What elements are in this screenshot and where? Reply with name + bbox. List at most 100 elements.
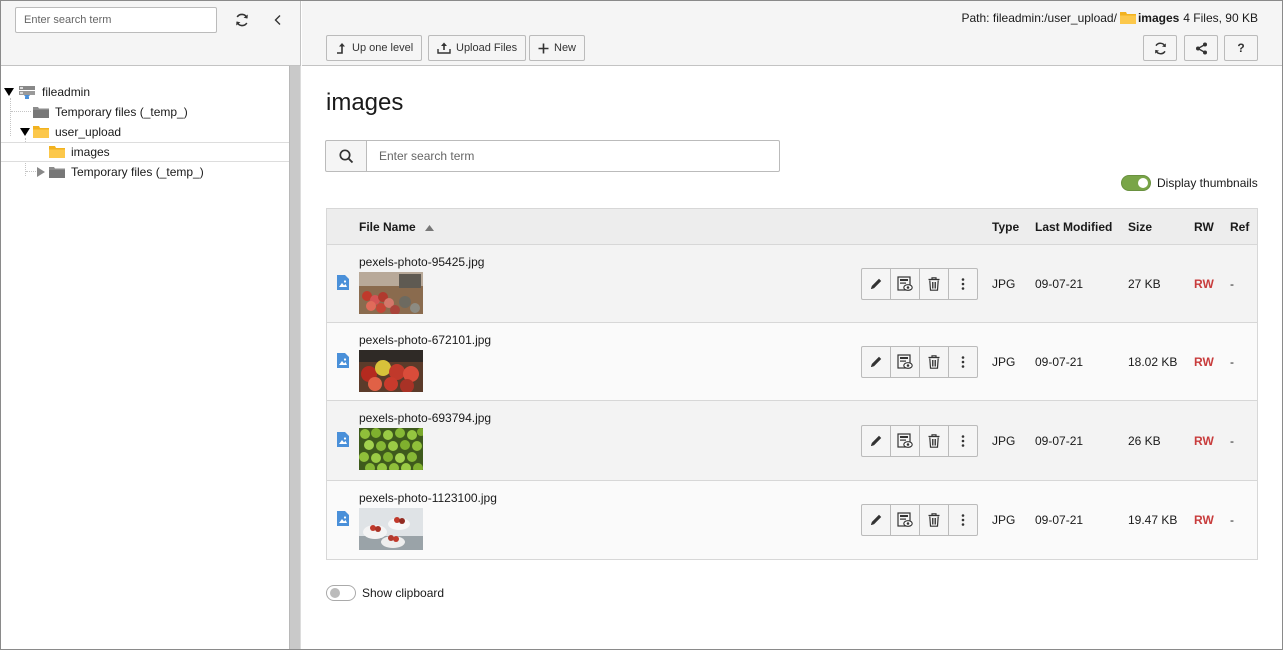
row-actions xyxy=(861,425,978,457)
file-modified: 09-07-21 xyxy=(1035,513,1084,527)
more-options-button[interactable] xyxy=(949,347,977,377)
file-permissions: RW xyxy=(1194,513,1214,527)
image-file-icon xyxy=(337,353,349,368)
file-references: - xyxy=(1230,434,1234,448)
file-size: 18.02 KB xyxy=(1128,355,1178,369)
up-one-level-label: Up one level xyxy=(352,42,414,54)
page-title: images xyxy=(326,89,404,116)
tree-item-images[interactable]: images xyxy=(1,142,289,162)
tree-item-fileadmin[interactable]: fileadmin xyxy=(1,82,289,102)
column-last-modified[interactable]: Last Modified xyxy=(1035,220,1112,234)
clipboard-label: Show clipboard xyxy=(362,586,445,600)
more-options-button[interactable] xyxy=(949,269,977,299)
edit-button[interactable] xyxy=(862,347,891,377)
file-modified: 09-07-21 xyxy=(1035,434,1084,448)
file-name[interactable]: pexels-photo-672101.jpg xyxy=(359,333,491,347)
file-name[interactable]: pexels-photo-1123100.jpg xyxy=(359,491,497,505)
table-row[interactable]: pexels-photo-1123100.jpg JPG 09-07-21 19… xyxy=(327,481,1257,559)
column-type[interactable]: Type xyxy=(992,220,1019,234)
tree-search-input[interactable] xyxy=(15,7,217,33)
edit-button[interactable] xyxy=(862,505,891,535)
share-button[interactable] xyxy=(1184,35,1218,61)
upload-files-button[interactable]: Upload Files xyxy=(428,35,527,61)
new-button[interactable]: New xyxy=(529,35,586,61)
edit-button[interactable] xyxy=(862,269,891,299)
path-folder: images xyxy=(1137,11,1180,25)
image-thumbnail[interactable] xyxy=(359,272,423,314)
tree-item-label: fileadmin xyxy=(42,85,91,99)
image-file-icon xyxy=(337,511,349,526)
file-name[interactable]: pexels-photo-95425.jpg xyxy=(359,255,484,269)
file-type: JPG xyxy=(992,513,1016,527)
table-row[interactable]: pexels-photo-95425.jpg JPG 09-07-21 27 K… xyxy=(327,245,1257,323)
pencil-icon xyxy=(869,277,883,291)
help-button[interactable]: ? xyxy=(1224,35,1258,61)
folder-gray-icon xyxy=(33,106,49,118)
file-permissions: RW xyxy=(1194,277,1214,291)
ellipsis-vertical-icon xyxy=(961,514,965,526)
ellipsis-vertical-icon xyxy=(961,356,965,368)
collapsed-triangle-icon[interactable] xyxy=(36,167,46,177)
tree-refresh-icon[interactable] xyxy=(231,9,253,31)
expanded-triangle-icon[interactable] xyxy=(20,127,30,137)
edit-button[interactable] xyxy=(862,426,891,456)
image-thumbnail[interactable] xyxy=(359,508,423,550)
delete-button[interactable] xyxy=(920,347,949,377)
folder-tree: fileadmin Temporary files (_temp_) user_… xyxy=(1,66,289,649)
search-input[interactable] xyxy=(367,140,780,172)
tree-item-label: Temporary files (_temp_) xyxy=(55,105,188,119)
file-permissions: RW xyxy=(1194,355,1214,369)
up-one-level-button[interactable]: Up one level xyxy=(326,35,423,61)
search-button[interactable] xyxy=(325,140,367,172)
level-up-icon xyxy=(335,42,347,54)
tree-item-temp-sub[interactable]: Temporary files (_temp_) xyxy=(1,162,289,182)
file-name[interactable]: pexels-photo-693794.jpg xyxy=(359,411,491,425)
folder-icon xyxy=(49,146,65,158)
tree-item-user-upload[interactable]: user_upload xyxy=(1,122,289,142)
delete-button[interactable] xyxy=(920,505,949,535)
clipboard-toggle[interactable] xyxy=(326,585,356,601)
trash-icon xyxy=(928,277,940,291)
upload-icon xyxy=(437,42,451,54)
view-metadata-button[interactable] xyxy=(891,426,920,456)
table-row[interactable]: pexels-photo-693794.jpg JPG 09-07-21 26 … xyxy=(327,401,1257,481)
view-metadata-button[interactable] xyxy=(891,347,920,377)
table-row[interactable]: pexels-photo-672101.jpg JPG 09-07-21 18.… xyxy=(327,323,1257,401)
more-options-button[interactable] xyxy=(949,505,977,535)
ellipsis-vertical-icon xyxy=(961,435,965,447)
view-metadata-button[interactable] xyxy=(891,269,920,299)
expanded-triangle-icon[interactable] xyxy=(4,87,14,97)
tree-item-label: images xyxy=(71,145,110,159)
delete-button[interactable] xyxy=(920,426,949,456)
tree-toolbar xyxy=(1,1,301,66)
collapse-tree-icon[interactable] xyxy=(267,9,289,31)
file-type: JPG xyxy=(992,434,1016,448)
tree-item-label: Temporary files (_temp_) xyxy=(71,165,204,179)
pencil-icon xyxy=(869,513,883,527)
view-metadata-button[interactable] xyxy=(891,505,920,535)
file-references: - xyxy=(1230,513,1234,527)
image-thumbnail[interactable] xyxy=(359,428,423,470)
file-type: JPG xyxy=(992,355,1016,369)
row-actions xyxy=(861,504,978,536)
thumbnails-toggle[interactable] xyxy=(1121,175,1151,191)
tree-item-label: user_upload xyxy=(55,125,122,139)
folder-icon xyxy=(1119,12,1136,24)
column-file-name[interactable]: File Name xyxy=(359,220,435,234)
more-options-button[interactable] xyxy=(949,426,977,456)
ellipsis-vertical-icon xyxy=(961,278,965,290)
tree-item-temp[interactable]: Temporary files (_temp_) xyxy=(1,102,289,122)
column-size[interactable]: Size xyxy=(1128,220,1152,234)
pencil-icon xyxy=(869,434,883,448)
trash-icon xyxy=(928,434,940,448)
file-search xyxy=(325,140,780,172)
image-thumbnail[interactable] xyxy=(359,350,423,392)
search-icon xyxy=(338,148,354,164)
panel-splitter[interactable] xyxy=(289,66,301,649)
folder-icon xyxy=(33,126,49,138)
image-file-icon xyxy=(337,275,349,290)
file-list-content: images Display thumbnails File Name Type… xyxy=(302,67,1282,649)
share-icon xyxy=(1195,42,1208,55)
reload-button[interactable] xyxy=(1143,35,1177,61)
delete-button[interactable] xyxy=(920,269,949,299)
